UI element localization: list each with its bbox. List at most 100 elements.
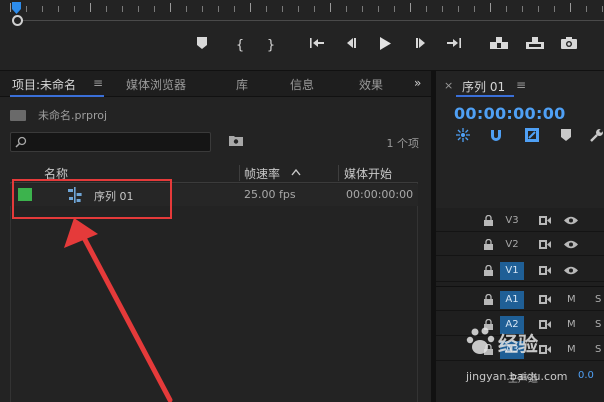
track-label[interactable]: V1 [500,262,524,280]
ruler-tick [218,6,219,12]
tab-sequence[interactable]: 序列 01 [462,78,505,95]
track-label[interactable]: A1 [500,291,524,309]
sync-lock-icon[interactable] [539,216,551,225]
tab-libraries[interactable]: 库 [236,76,248,93]
time-ruler[interactable] [0,0,604,16]
ruler-tick [266,6,267,12]
ruler-tick [442,6,443,12]
scrub-handle[interactable] [12,15,23,26]
lock-icon[interactable] [484,265,493,276]
sequence-media-start: 00:00:00:00 [346,188,414,201]
ruler-tick [538,6,539,12]
eye-icon[interactable] [564,240,578,249]
ruler-tick [346,6,347,12]
lock-icon[interactable] [484,239,493,250]
insert-icon[interactable] [489,37,509,55]
ruler-tick [138,6,139,12]
track-v2[interactable]: V2 [436,234,604,256]
panel-tab-bar: 项目:未命名 ≡ 媒体浏览器 库 信息 效果 » [0,71,431,97]
step-forward-icon[interactable] [411,37,431,55]
eye-icon[interactable] [564,216,578,225]
column-divider[interactable] [338,165,339,181]
add-marker-icon[interactable] [559,128,573,142]
nest-icon[interactable] [456,128,470,142]
track-v1[interactable]: V1 [436,260,604,282]
playhead-icon[interactable] [12,2,21,14]
ruler-tick [10,3,11,12]
search-field[interactable] [10,132,211,152]
track-label[interactable]: V2 [500,236,524,254]
sort-ascending-icon[interactable] [291,169,301,176]
ruler-tick [426,6,427,12]
ruler-tick [58,6,59,12]
column-fps-header[interactable]: 帧速率 [244,165,280,182]
step-back-icon[interactable] [341,37,361,55]
tab-info[interactable]: 信息 [290,76,314,93]
annotation-arrow-icon [64,218,173,402]
close-icon[interactable]: × [444,79,453,92]
ruler-tick [42,6,43,12]
track-a1[interactable]: A1 M S [436,289,604,311]
snap-icon[interactable] [489,128,503,142]
ruler-tick [490,3,491,12]
tab-menu-icon[interactable]: ≡ [93,76,103,90]
timecode-display[interactable]: 00:00:00:00 [454,104,566,123]
sync-lock-icon[interactable] [539,240,551,249]
go-to-in-icon[interactable] [307,37,327,55]
track-v3[interactable]: V3 [436,210,604,232]
project-file-icon [10,110,26,121]
scrub-bar[interactable] [14,20,604,21]
lock-icon[interactable] [484,215,493,226]
ruler-tick [458,6,459,12]
ruler-tick [506,6,507,12]
ruler-tick [586,6,587,12]
ruler-tick [570,3,571,12]
ruler-tick [394,6,395,12]
mute-button[interactable]: M [567,294,576,305]
ruler-tick [234,6,235,12]
sync-lock-icon[interactable] [539,266,551,275]
ruler-tick [90,3,91,12]
linked-selection-icon[interactable] [525,128,539,142]
tab-menu-icon[interactable]: ≡ [516,78,526,92]
ruler-tick [282,6,283,12]
wrench-icon[interactable] [590,128,604,142]
ruler-tick [250,3,251,12]
ruler-tick [154,6,155,12]
more-tabs-icon[interactable]: » [414,76,421,90]
ruler-tick [298,6,299,12]
play-icon[interactable] [375,37,395,55]
watermark: 经验 jingyan.baidu.com [466,326,596,396]
tab-effects[interactable]: 效果 [359,76,383,93]
search-icon [15,136,27,148]
ruler-tick [474,6,475,12]
sync-lock-icon[interactable] [539,295,551,304]
track-label[interactable]: V3 [500,212,524,230]
lock-icon[interactable] [484,294,493,305]
ruler-tick [554,6,555,12]
solo-button[interactable]: S [595,294,601,305]
ruler-tick [522,6,523,12]
add-marker-icon[interactable] [192,37,212,55]
eye-icon[interactable] [564,266,578,275]
video-audio-divider[interactable] [436,286,604,287]
ruler-tick [202,6,203,12]
overwrite-icon[interactable] [525,37,545,55]
ruler-tick [186,6,187,12]
tab-media-browser[interactable]: 媒体浏览器 [126,76,186,93]
mark-in-icon[interactable]: { [230,37,250,55]
search-input[interactable] [31,135,206,149]
ruler-tick [330,3,331,12]
new-search-bin-icon[interactable] [229,134,243,146]
ruler-tick [170,3,171,12]
export-frame-icon[interactable] [559,37,579,55]
column-start-header[interactable]: 媒体开始 [344,165,392,182]
ruler-tick [74,6,75,12]
ruler-tick [26,6,27,12]
go-to-out-icon[interactable] [444,37,464,55]
watermark-url: jingyan.baidu.com [466,370,568,383]
column-divider[interactable] [239,165,240,181]
tab-project[interactable]: 项目:未命名 [12,76,76,93]
baidu-paw-icon [466,327,495,354]
mark-out-icon[interactable]: } [261,37,281,55]
